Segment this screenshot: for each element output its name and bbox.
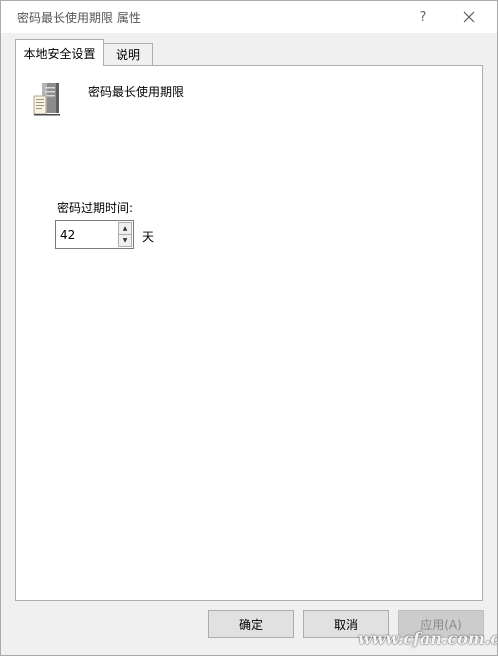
triangle-down-icon: ▼ [122,236,128,244]
password-expiry-label: 密码过期时间: [57,201,134,215]
title-bar[interactable]: 密码最长使用期限 属性 ? [1,1,497,33]
help-button[interactable]: ? [407,1,439,33]
triangle-up-icon: ▲ [122,224,128,232]
password-age-spinbox[interactable]: ▲ ▼ [55,220,134,249]
tab-strip: 本地安全设置 说明 [15,39,485,66]
tab-local-security-setting[interactable]: 本地安全设置 [15,39,104,66]
cancel-button[interactable]: 取消 [303,610,389,638]
ok-button[interactable]: 确定 [208,610,294,638]
tab-panel: 密码最长使用期限 密码过期时间: ▲ ▼ 天 [15,65,483,601]
policy-name: 密码最长使用期限 [88,85,185,99]
close-icon [463,11,475,23]
close-button[interactable] [451,1,487,33]
tab-label: 说明 [115,48,140,62]
server-icon [33,83,60,116]
window-title: 密码最长使用期限 属性 [17,11,141,25]
spin-up-button[interactable]: ▲ [118,222,132,235]
tab-label: 本地安全设置 [23,46,96,61]
tab-explain[interactable]: 说明 [103,43,153,65]
spin-buttons: ▲ ▼ [118,222,132,247]
password-age-input[interactable] [56,221,116,248]
apply-button[interactable]: 应用(A) [398,610,484,638]
help-icon: ? [419,9,427,25]
spin-down-button[interactable]: ▼ [118,235,132,247]
properties-dialog: 密码最长使用期限 属性 ? 本地安全设置 说明 密码最长使用期限 密码过期时间:… [0,0,498,656]
unit-label: 天 [142,230,155,244]
